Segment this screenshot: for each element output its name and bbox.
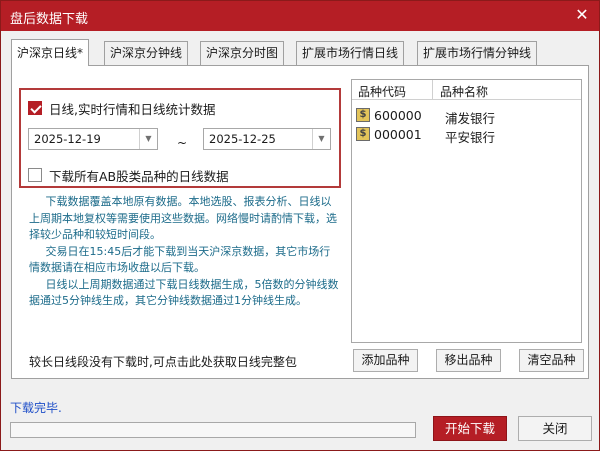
end-date-picker[interactable]: 2025-12-25 ▼: [203, 128, 331, 150]
stock-icon: $: [356, 127, 370, 141]
clear-stocks-button[interactable]: 清空品种: [519, 349, 584, 372]
close-icon[interactable]: ✕: [573, 6, 591, 24]
column-divider: [432, 80, 433, 100]
column-code[interactable]: 品种代码: [358, 83, 406, 100]
main-data-label: 日线,实时行情和日线统计数据: [49, 102, 216, 117]
all-ab-label: 下载所有AB股类品种的日线数据: [49, 169, 229, 184]
status-text: 下载完毕.: [10, 401, 62, 415]
add-stock-button[interactable]: 添加品种: [353, 349, 418, 372]
stock-list[interactable]: 品种代码 品种名称 $ 600000 浦发银行 $ 000001 平安银行: [351, 79, 582, 343]
full-data-link[interactable]: 较长日线段没有下载时,可点击此处获取日线完整包: [29, 353, 297, 370]
tab-minute[interactable]: 沪深京分钟线: [104, 41, 189, 66]
date-range-separator: ~: [177, 136, 188, 150]
stock-name: 浦发银行: [445, 111, 496, 126]
close-button[interactable]: 关闭: [518, 416, 592, 441]
stock-row[interactable]: $ 600000 浦发银行: [356, 107, 576, 126]
tab-ext-daily[interactable]: 扩展市场行情日线: [296, 41, 405, 66]
description-paragraph: 交易日在15:45后才能下载到当天沪深京数据，其它市场行情数据请在相应市场收盘以…: [29, 244, 331, 275]
description-paragraph: 日线以上周期数据通过下载日线数据生成，5倍数的分钟线数据通过5分钟线生成，其它分…: [29, 277, 339, 308]
main-data-checkbox[interactable]: [28, 101, 42, 115]
stock-icon: $: [356, 108, 370, 122]
stock-list-header: 品种代码 品种名称: [352, 80, 581, 100]
column-name[interactable]: 品种名称: [440, 83, 488, 100]
download-progress-bar: [10, 422, 416, 438]
daily-options-group: 日线,实时行情和日线统计数据 2025-12-19 ▼ ~ 2025-12-25…: [19, 88, 341, 188]
download-dialog: 盘后数据下载 ✕ 沪深京日线* 沪深京分钟线 沪深京分时图 扩展市场行情日线 扩…: [0, 0, 600, 451]
start-date-picker[interactable]: 2025-12-19 ▼: [28, 128, 158, 150]
window-title: 盘后数据下载: [10, 12, 89, 27]
tab-ext-minute[interactable]: 扩展市场行情分钟线: [417, 41, 538, 66]
stock-code: 000001: [374, 127, 422, 142]
start-download-button[interactable]: 开始下载: [433, 416, 507, 441]
tab-intraday[interactable]: 沪深京分时图: [200, 41, 285, 66]
all-ab-checkbox[interactable]: [28, 168, 42, 182]
stock-name: 平安银行: [445, 130, 496, 145]
chevron-down-icon[interactable]: ▼: [312, 129, 330, 149]
chevron-down-icon[interactable]: ▼: [139, 129, 157, 149]
description-paragraph: 下载数据覆盖本地原有数据。本地选股、报表分析、日线以上周期本地复权等需要使用这些…: [29, 195, 337, 241]
start-date-value: 2025-12-19: [34, 132, 101, 146]
download-description: 下载数据覆盖本地原有数据。本地选股、报表分析、日线以上周期本地复权等需要使用这些…: [29, 194, 341, 310]
remove-stock-button[interactable]: 移出品种: [436, 349, 501, 372]
end-date-value: 2025-12-25: [209, 132, 276, 146]
stock-code: 600000: [374, 108, 422, 123]
tab-panel-daily: 日线,实时行情和日线统计数据 2025-12-19 ▼ ~ 2025-12-25…: [11, 65, 589, 379]
title-bar[interactable]: 盘后数据下载 ✕: [1, 1, 599, 31]
tab-daily[interactable]: 沪深京日线*: [11, 39, 90, 66]
stock-row[interactable]: $ 000001 平安银行: [356, 126, 576, 145]
